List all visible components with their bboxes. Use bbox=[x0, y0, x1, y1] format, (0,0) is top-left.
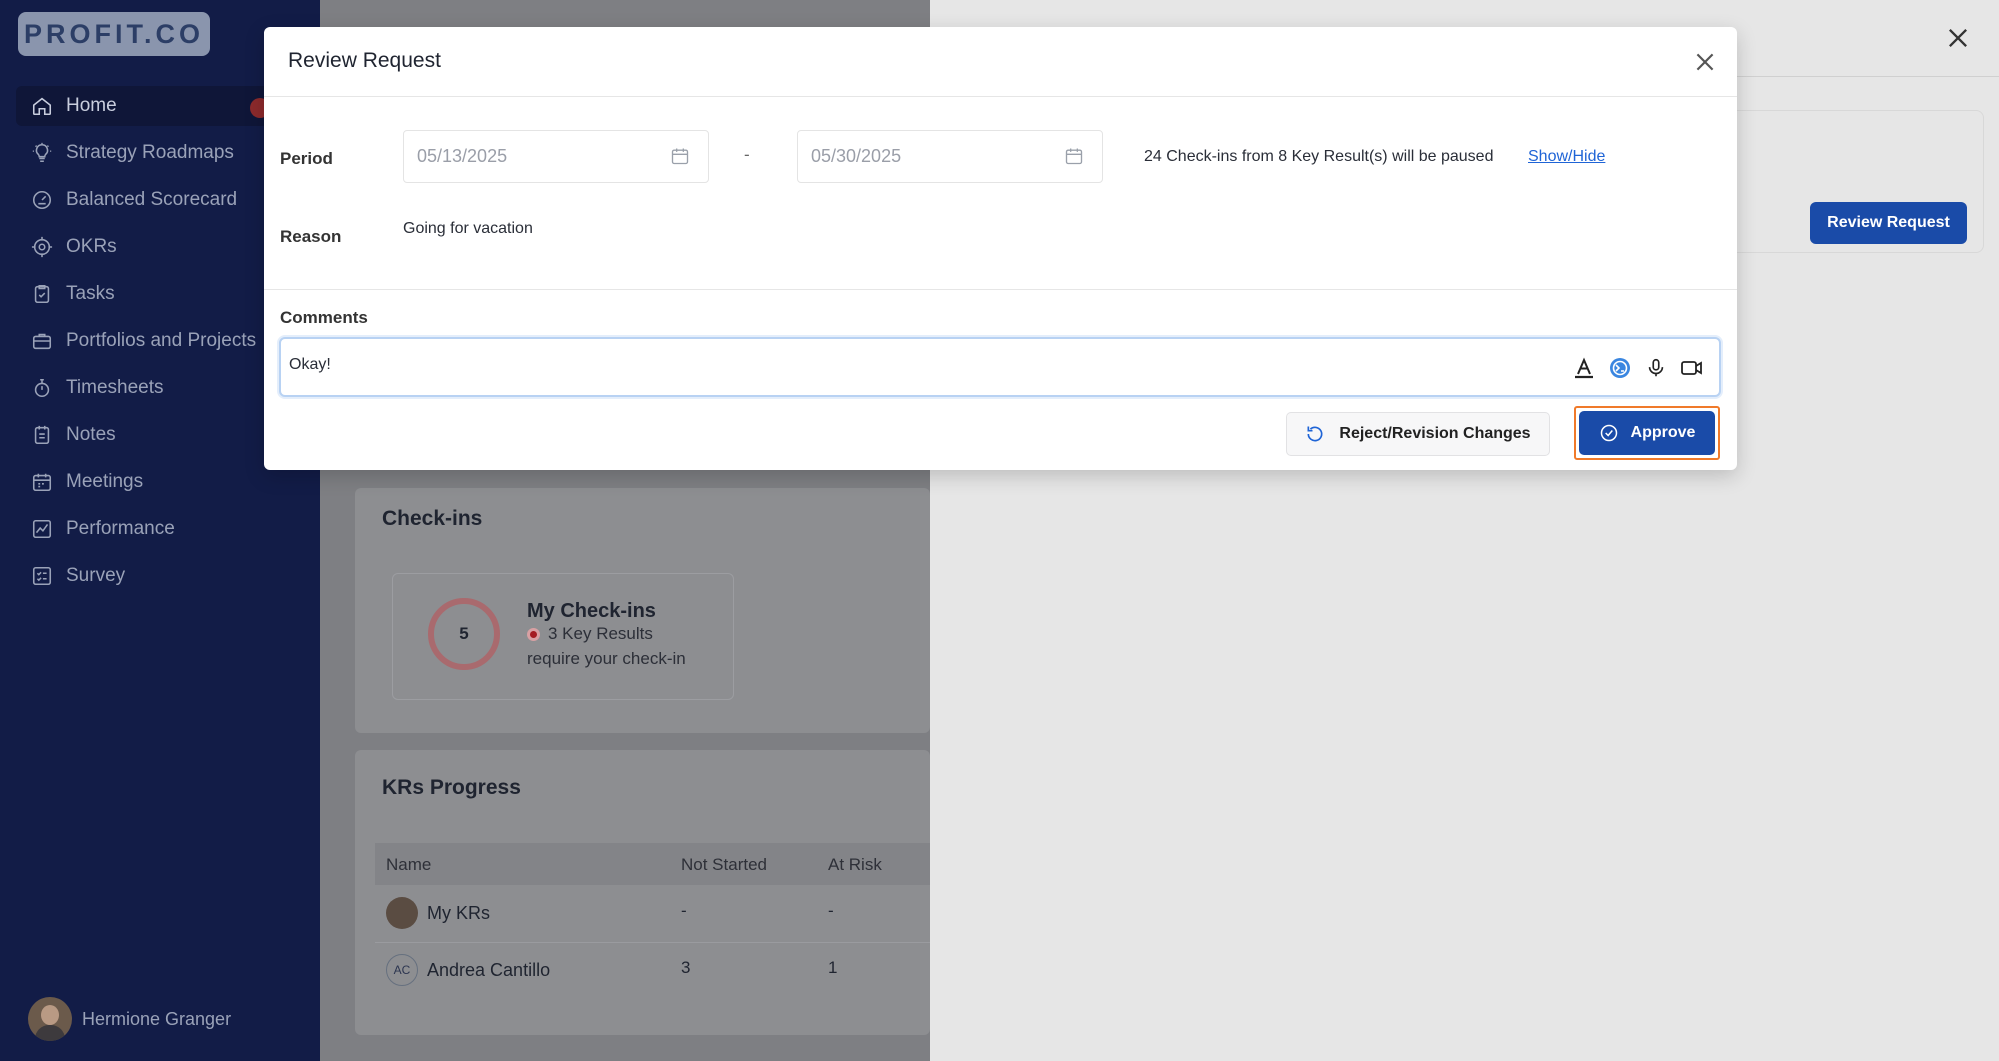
sidebar-item-label: Balanced Scorecard bbox=[66, 189, 238, 210]
approve-button[interactable]: Approve bbox=[1579, 411, 1715, 455]
sidebar-item-performance[interactable]: Performance bbox=[16, 509, 320, 549]
sidebar-item-label: Strategy Roadmaps bbox=[66, 142, 234, 163]
sidebar-item-label: Home bbox=[66, 95, 117, 116]
modal-header-divider bbox=[264, 96, 1737, 97]
sidebar-item-label: Portfolios and Projects bbox=[66, 330, 257, 351]
start-date-field[interactable]: 05/13/2025 bbox=[403, 130, 709, 183]
avatar bbox=[386, 897, 418, 929]
table-cell-not-started: - bbox=[681, 901, 687, 920]
sidebar-item-label: Performance bbox=[66, 518, 175, 539]
column-header-not-started: Not Started bbox=[681, 855, 767, 874]
table-cell-at-risk: - bbox=[828, 901, 834, 920]
video-camera-icon[interactable] bbox=[1679, 355, 1705, 381]
ai-assistant-icon[interactable] bbox=[1607, 355, 1633, 381]
checkins-ring-value: 5 bbox=[459, 624, 469, 643]
review-request-button[interactable]: Review Request bbox=[1810, 202, 1967, 244]
microphone-icon[interactable] bbox=[1643, 355, 1669, 381]
checkins-ring: 5 bbox=[428, 598, 500, 670]
notes-icon bbox=[30, 423, 54, 447]
sidebar-item-label: Tasks bbox=[66, 283, 115, 304]
close-icon[interactable] bbox=[1944, 24, 1972, 52]
panel-header-divider bbox=[1737, 76, 1999, 77]
sidebar-item-label: Notes bbox=[66, 424, 116, 445]
close-icon[interactable] bbox=[1692, 49, 1718, 75]
user-name: Hermione Granger bbox=[82, 1008, 232, 1029]
column-header-at-risk: At Risk bbox=[828, 855, 882, 874]
modal-section-divider bbox=[264, 289, 1737, 290]
table-row-name[interactable]: Andrea Cantillo bbox=[427, 960, 550, 981]
avatar-initials: AC bbox=[393, 963, 411, 977]
comment-text: Okay! bbox=[289, 356, 331, 373]
user-profile[interactable]: Hermione Granger bbox=[28, 997, 231, 1041]
show-hide-link[interactable]: Show/Hide bbox=[1528, 148, 1605, 166]
brand-logo[interactable]: PROFIT.CO bbox=[18, 12, 210, 56]
avatar: AC bbox=[386, 954, 418, 986]
table-cell-not-started: 3 bbox=[681, 958, 691, 977]
briefcase-icon bbox=[30, 329, 54, 353]
checkins-title: Check-ins bbox=[382, 507, 483, 530]
scorecard-icon bbox=[30, 188, 54, 212]
sidebar-item-label: Survey bbox=[66, 565, 126, 586]
table-cell-at-risk: 1 bbox=[828, 958, 838, 977]
start-date-value: 05/13/2025 bbox=[417, 146, 508, 166]
target-icon bbox=[30, 235, 54, 259]
sidebar-item-label: Timesheets bbox=[66, 377, 164, 398]
checkins-line2: require your check-in bbox=[527, 649, 686, 668]
comments-input[interactable]: Okay! bbox=[279, 337, 1721, 397]
reason-label: Reason bbox=[280, 227, 342, 246]
reject-revision-label: Reject/Revision Changes bbox=[1339, 425, 1531, 442]
check-circle-icon bbox=[1600, 424, 1617, 442]
end-date-value: 05/30/2025 bbox=[811, 146, 902, 166]
sidebar-item-label: Meetings bbox=[66, 471, 144, 492]
reject-revision-button[interactable]: Reject/Revision Changes bbox=[1286, 412, 1550, 456]
undo-icon bbox=[1307, 426, 1323, 442]
checkins-status-line: 3 Key Results bbox=[527, 624, 653, 644]
end-date-field[interactable]: 05/30/2025 bbox=[797, 130, 1103, 183]
calendar-icon[interactable] bbox=[670, 146, 690, 166]
krs-progress-title: KRs Progress bbox=[382, 776, 521, 799]
text-format-icon[interactable] bbox=[1571, 355, 1597, 381]
row-divider bbox=[375, 942, 930, 943]
stopwatch-icon bbox=[30, 376, 54, 400]
chart-line-icon bbox=[30, 517, 54, 541]
date-separator: - bbox=[744, 145, 750, 164]
sidebar-item-survey[interactable]: Survey bbox=[16, 556, 320, 596]
survey-icon bbox=[30, 564, 54, 588]
review-request-modal: Review Request Period 05/13/2025 - 05/30… bbox=[264, 27, 1737, 470]
comments-label: Comments bbox=[280, 308, 368, 327]
my-checkins-title: My Check-ins bbox=[527, 600, 656, 622]
lightbulb-icon bbox=[30, 141, 54, 165]
pause-summary-text: 24 Check-ins from 8 Key Result(s) will b… bbox=[1144, 148, 1494, 165]
logo-text: PROFIT.CO bbox=[23, 18, 204, 49]
approve-label: Approve bbox=[1630, 424, 1696, 441]
period-label: Period bbox=[280, 149, 333, 168]
reason-value: Going for vacation bbox=[403, 220, 533, 237]
column-header-name: Name bbox=[386, 855, 432, 874]
avatar bbox=[28, 997, 72, 1041]
clipboard-check-icon bbox=[30, 282, 54, 306]
table-row-name[interactable]: My KRs bbox=[427, 903, 490, 924]
calendar-icon[interactable] bbox=[1064, 146, 1084, 166]
sidebar-item-label: OKRs bbox=[66, 236, 117, 257]
home-icon bbox=[30, 94, 54, 118]
modal-title: Review Request bbox=[288, 49, 441, 72]
alert-dot-icon bbox=[527, 627, 540, 641]
checkins-line1: 3 Key Results bbox=[548, 624, 653, 643]
calendar-icon bbox=[30, 470, 54, 494]
